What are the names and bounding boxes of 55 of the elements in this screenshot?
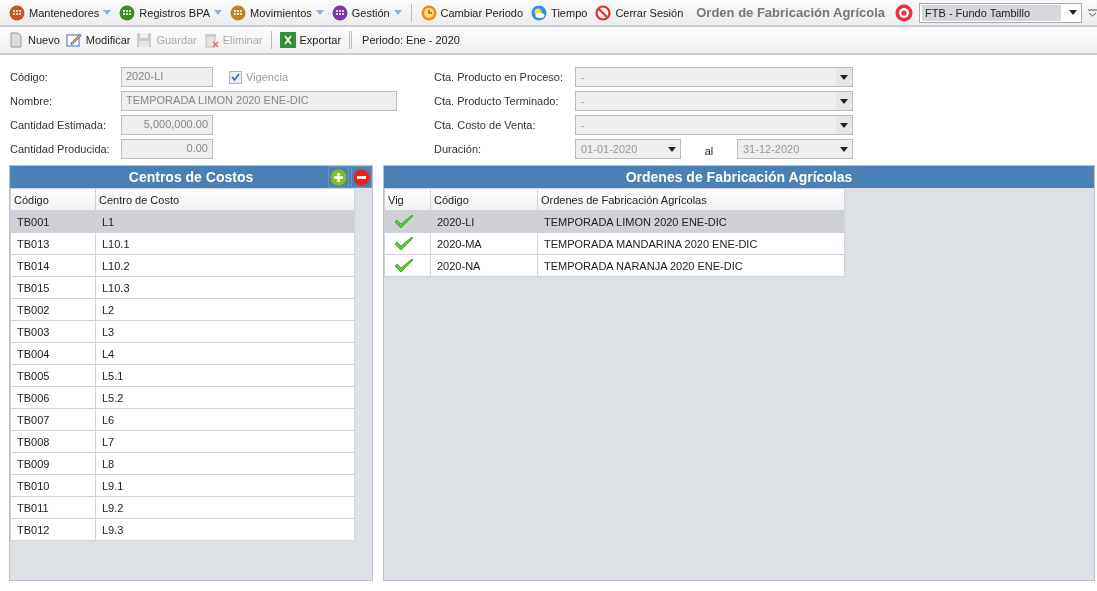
company-dropdown[interactable]: FTB - Fundo Tambillo [919,2,1082,23]
check-icon [231,73,240,81]
minus-icon [353,168,370,186]
clock-icon [420,4,437,21]
trash-icon [202,32,219,48]
column-header[interactable]: Código [10,188,96,211]
caret-icon [840,146,848,152]
toolbar-button[interactable]: Exportar [279,32,342,48]
target-icon [895,3,914,22]
period-label: Periodo: Ene - 2020 [362,34,460,46]
field-label: Cantidad Producida: [10,143,111,155]
page-title: Orden de Fabricación Agrícola [696,5,886,20]
save-icon [136,32,153,48]
menu-button[interactable]: Registros BPA [118,2,224,23]
field-label: Duración: [434,143,483,155]
column-header[interactable]: Ordenes de Fabricación Agrícolas [537,188,845,211]
remove-button[interactable] [351,166,372,188]
checkbox-label: Vigencia [246,71,288,83]
caret-icon [393,10,402,15]
menu-button[interactable]: Movimientos [229,2,325,23]
field-label: Cta. Producto en Proceso: [434,71,564,83]
plus-icon [330,168,347,186]
menu-button[interactable]: Mantenedores [8,2,113,23]
toolbar-button[interactable]: Modificar [65,32,131,48]
field-label: Cta. Producto Terminado: [434,95,560,107]
document-icon [8,32,24,48]
caret-icon [315,10,324,15]
toolbar-button[interactable]: Tiempo [530,2,589,23]
overflow-icon [1088,8,1097,17]
caret-icon [214,10,223,15]
panel-title: Centros de Costos [128,169,254,185]
caret-icon [840,74,848,80]
field-label: Cantidad Estimada: [10,119,107,131]
forbidden-icon [595,4,612,21]
spreadsheet-icon [279,32,296,48]
range-label: al [703,144,715,157]
edit-icon [65,32,82,48]
column-header[interactable]: Código [430,188,538,211]
field-label: Cta. Costo de Venta: [434,119,537,131]
toolbar-button[interactable]: Nuevo [8,32,60,48]
caret-icon [103,10,112,15]
caret-icon [668,146,676,152]
caret-icon [840,98,848,104]
column-header[interactable]: Centro de Costo [95,188,355,211]
field-label: Código: [10,71,49,83]
add-button[interactable] [328,166,349,188]
caret-icon [840,122,848,128]
toolbar-button[interactable]: Cerrar Sesión [594,2,685,23]
caret-icon [1069,10,1077,15]
column-header[interactable]: Vig [384,188,431,211]
weather-icon [531,4,548,21]
field-label: Nombre: [10,95,54,107]
panel-title: Ordenes de Fabricación Agrícolas [625,169,853,185]
menu-button[interactable]: Gestión [330,2,403,23]
toolbar-button[interactable]: Cambiar Periodo [419,2,525,23]
